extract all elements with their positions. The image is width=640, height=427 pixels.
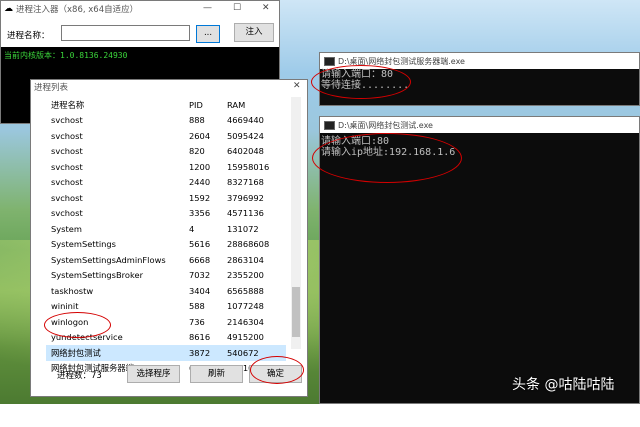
inject-button[interactable]: 注入 <box>234 23 274 42</box>
cell-ram: 8327168 <box>227 177 264 188</box>
select-program-button[interactable]: 选择程序 <box>127 365 180 383</box>
process-count: 进程数：73 <box>57 371 102 381</box>
cell-ram: 4915200 <box>227 332 264 343</box>
cell-ram: 2863104 <box>227 254 264 265</box>
cell-name: svchost <box>51 115 83 126</box>
cell-ram: 2355200 <box>227 270 264 281</box>
cell-pid: 3356 <box>189 208 211 219</box>
cell-name: svchost <box>51 208 83 219</box>
column-header-pid[interactable]: PID <box>189 97 227 113</box>
cell-pid: 588 <box>189 301 205 312</box>
table-row[interactable]: svchost 820 6402048 <box>46 144 286 160</box>
table-row[interactable]: SystemSettingsBroker 7032 2355200 <box>46 268 286 284</box>
table-row[interactable]: 网络封包测试 3872 540672 <box>46 345 286 361</box>
kernel-version-text: 当前内核版本：1.0.8136.24930 <box>4 51 128 60</box>
app-icon: ☁ <box>4 4 13 14</box>
close-icon[interactable]: ✕ <box>293 81 301 91</box>
console-icon <box>324 57 335 66</box>
table-row[interactable]: SystemSettingsAdminFlows 6668 2863104 <box>46 252 286 268</box>
cell-ram: 3796992 <box>227 192 264 203</box>
annotation-circle <box>312 133 462 183</box>
cell-ram: 5095424 <box>227 130 264 141</box>
cell-pid: 2604 <box>189 130 211 141</box>
cell-ram: 2146304 <box>227 316 264 327</box>
table-row[interactable]: svchost 1592 3796992 <box>46 190 286 206</box>
cell-name: System <box>51 223 82 234</box>
scrollbar-thumb[interactable] <box>292 287 300 337</box>
table-header-row: 进程名称 PID RAM <box>46 97 286 113</box>
table-row[interactable]: svchost 2604 5095424 <box>46 128 286 144</box>
cell-name: 网络封包测试 <box>51 347 101 358</box>
cell-pid: 1592 <box>189 192 211 203</box>
client-console-title: D:\桌面\网络封包测试.exe <box>338 121 433 130</box>
annotation-circle <box>44 312 111 338</box>
scrollbar[interactable] <box>291 97 301 349</box>
cell-ram: 28868608 <box>227 239 270 250</box>
cell-ram: 6402048 <box>227 146 264 157</box>
process-list-window: 进程列表 ✕ 进程名称 PID RAM svchost 888 4669440 svc… <box>30 79 308 397</box>
cell-name: svchost <box>51 130 83 141</box>
cell-pid: 5616 <box>189 239 211 250</box>
cell-name: SystemSettingsAdminFlows <box>51 254 166 265</box>
table-row[interactable]: svchost 1200 15958016 <box>46 159 286 175</box>
cell-pid: 2440 <box>189 177 211 188</box>
cell-name: svchost <box>51 177 83 188</box>
cell-ram: 6565888 <box>227 285 264 296</box>
cell-pid: 820 <box>189 146 205 157</box>
cell-name: svchost <box>51 192 83 203</box>
table-row[interactable]: svchost 3356 4571136 <box>46 206 286 222</box>
cell-ram: 15958016 <box>227 161 270 172</box>
table-row[interactable]: svchost 888 4669440 <box>46 113 286 129</box>
cell-name: svchost <box>51 146 83 157</box>
cell-name: taskhostw <box>51 285 94 296</box>
process-list-title: 进程列表 <box>34 83 69 93</box>
cell-pid: 1200 <box>189 161 211 172</box>
cell-pid: 888 <box>189 115 205 126</box>
process-list-titlebar[interactable]: 进程列表 ✕ <box>31 80 307 94</box>
cell-name: SystemSettings <box>51 239 116 250</box>
console-icon <box>324 121 335 130</box>
minimize-icon[interactable]: — <box>203 3 212 13</box>
cell-pid: 7032 <box>189 270 211 281</box>
cell-pid: 6668 <box>189 254 211 265</box>
process-name-input[interactable] <box>61 25 190 41</box>
process-name-label: 进程名称： <box>7 31 50 41</box>
close-icon[interactable]: ✕ <box>262 3 270 13</box>
maximize-icon[interactable]: ☐ <box>233 3 241 13</box>
cell-pid: 736 <box>189 316 205 327</box>
injector-title: 进程注入器（x86, x64自适应） <box>16 5 139 15</box>
table-row[interactable]: System 4 131072 <box>46 221 286 237</box>
table-row[interactable]: taskhostw 3404 6565888 <box>46 283 286 299</box>
client-console-titlebar[interactable]: D:\桌面\网络封包测试.exe <box>320 117 639 133</box>
cell-ram: 4669440 <box>227 115 264 126</box>
cell-pid: 3872 <box>189 347 211 358</box>
table-row[interactable]: svchost 2440 8327168 <box>46 175 286 191</box>
cell-name: svchost <box>51 161 83 172</box>
annotation-circle <box>250 356 304 384</box>
cell-pid: 3404 <box>189 285 211 296</box>
table-row[interactable]: SystemSettings 5616 28868608 <box>46 237 286 253</box>
browse-button[interactable]: ... <box>196 25 220 43</box>
injector-titlebar[interactable]: ☁ 进程注入器（x86, x64自适应） — ☐ ✕ <box>1 1 279 17</box>
column-header-ram[interactable]: RAM <box>227 97 286 113</box>
cell-name: SystemSettingsBroker <box>51 270 143 281</box>
cell-pid: 4 <box>189 223 195 234</box>
cell-ram: 1077248 <box>227 301 264 312</box>
cell-ram: 131072 <box>227 223 259 234</box>
column-header-name[interactable]: 进程名称 <box>46 97 189 113</box>
cell-ram: 4571136 <box>227 208 264 219</box>
refresh-button[interactable]: 刷新 <box>190 365 243 383</box>
watermark: 头条 @咕陆咕陆 <box>512 377 615 393</box>
annotation-circle <box>311 65 411 99</box>
cell-pid: 8616 <box>189 332 211 343</box>
